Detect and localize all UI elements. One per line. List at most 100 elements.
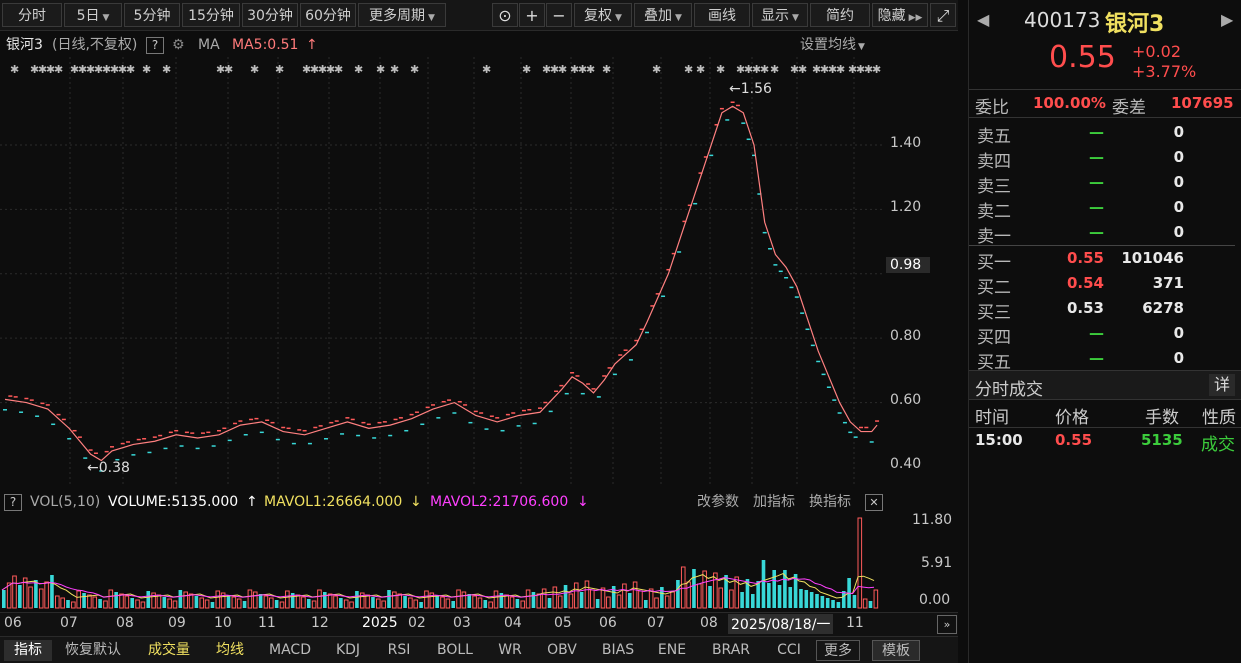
volume-bar bbox=[413, 599, 419, 609]
set-ma-button[interactable]: 设置均线 ▼ bbox=[800, 33, 865, 59]
period-60min[interactable]: 60分钟 bbox=[300, 3, 356, 27]
yincang-button[interactable]: 隐藏 ▶▶ bbox=[872, 3, 928, 27]
tab-more[interactable]: 更多 bbox=[816, 640, 860, 661]
candle bbox=[618, 354, 623, 356]
volume-bar bbox=[247, 589, 253, 609]
event-marker-icon[interactable]: ✱ bbox=[602, 63, 611, 76]
event-marker-icon[interactable]: ✱ bbox=[770, 63, 779, 76]
jianyue-button[interactable]: 简约 bbox=[810, 3, 870, 27]
tab-wr[interactable]: WR bbox=[490, 640, 530, 661]
event-marker-icon[interactable]: ✱ bbox=[250, 63, 259, 76]
event-marker-icon[interactable]: ✱ bbox=[224, 63, 233, 76]
candle bbox=[468, 421, 473, 424]
candle bbox=[628, 359, 633, 361]
orderbook-price[interactable]: 0.54 bbox=[1064, 274, 1104, 292]
kline-chart[interactable]: ✱ ✱ ✱ ✱ ✱ ✱ ✱ ✱ ✱ ✱ ✱ ✱ ✱ ✱ ✱ ✱ ✱ ✱ ✱ ✱ ✱ ✱ ✱ ✱ ✱ ✱ ✱ ✱ ✱ ✱ ✱ ✱ ✱ ✱ ✱ ✱ ✱ ✱ ✱ ✱… bbox=[0, 57, 958, 487]
event-marker-icon[interactable]: ✱ bbox=[836, 63, 845, 76]
tab-template[interactable]: 模板 bbox=[872, 640, 920, 661]
period-fenshi[interactable]: 分时 bbox=[2, 3, 62, 27]
event-marker-icon[interactable]: ✱ bbox=[376, 63, 385, 76]
event-marker-icon[interactable]: ✱ bbox=[126, 63, 135, 76]
event-marker-icon[interactable]: ✱ bbox=[798, 63, 807, 76]
gear-icon[interactable]: ⚙ bbox=[172, 33, 185, 57]
tab-obv[interactable]: OBV bbox=[538, 640, 586, 661]
tab-restore-default[interactable]: 恢复默认 bbox=[58, 640, 128, 661]
event-marker-icon[interactable]: ✱ bbox=[334, 63, 343, 76]
event-marker-icon[interactable]: ✱ bbox=[162, 63, 171, 76]
fuquan-button[interactable]: 复权 ▼ bbox=[574, 3, 632, 27]
event-marker-icon[interactable]: ✱ bbox=[10, 63, 19, 76]
zoom-in-icon[interactable]: + bbox=[519, 3, 545, 27]
event-marker-icon[interactable]: ✱ bbox=[586, 63, 595, 76]
event-marker-icon[interactable]: ✱ bbox=[482, 63, 491, 76]
period-5min[interactable]: 5分钟 bbox=[124, 3, 180, 27]
event-marker-icon[interactable]: ✱ bbox=[716, 63, 725, 76]
event-marker-icon[interactable]: ✱ bbox=[390, 63, 399, 76]
event-marker-icon[interactable]: ✱ bbox=[872, 63, 881, 76]
diejia-button[interactable]: 叠加 ▼ bbox=[634, 3, 692, 27]
orderbook-price[interactable]: — bbox=[1064, 324, 1104, 342]
volume-bar bbox=[868, 601, 873, 608]
xianshi-button[interactable]: 显示 ▼ bbox=[752, 3, 808, 27]
orderbook-price[interactable]: — bbox=[1064, 173, 1104, 191]
orderbook-price[interactable]: — bbox=[1064, 123, 1104, 141]
tab-indicator[interactable]: 指标 bbox=[4, 640, 52, 661]
tab-cci[interactable]: CCI bbox=[768, 640, 810, 661]
volume-bar bbox=[477, 597, 483, 609]
current-price-tick: 0.98 bbox=[886, 257, 930, 273]
period-more[interactable]: 更多周期 ▼ bbox=[358, 3, 446, 27]
volume-bar bbox=[456, 589, 461, 609]
event-marker-icon[interactable]: ✱ bbox=[142, 63, 151, 76]
tab-bias[interactable]: BIAS bbox=[594, 640, 642, 661]
period-15min[interactable]: 15分钟 bbox=[182, 3, 240, 27]
tab-kdj[interactable]: KDJ bbox=[326, 640, 370, 661]
orderbook-price[interactable]: — bbox=[1064, 349, 1104, 367]
period-5day[interactable]: 5日 ▼ bbox=[64, 3, 122, 27]
tab-volume[interactable]: 成交量 bbox=[140, 640, 198, 661]
event-marker-icon[interactable]: ✱ bbox=[684, 63, 693, 76]
trades-detail-button[interactable]: 详 bbox=[1209, 374, 1235, 396]
close-icon[interactable]: ✕ bbox=[865, 494, 883, 511]
event-marker-icon[interactable]: ✱ bbox=[54, 63, 63, 76]
event-marker-icon[interactable]: ✱ bbox=[354, 63, 363, 76]
date-tick: 08 bbox=[700, 615, 718, 631]
next-stock-icon[interactable]: ▶ bbox=[1221, 10, 1233, 29]
event-marker-icon[interactable]: ✱ bbox=[275, 63, 284, 76]
orderbook-price[interactable]: — bbox=[1064, 198, 1104, 216]
lock-icon[interactable]: ⊙ bbox=[492, 3, 518, 27]
edit-params-button[interactable]: 改参数 bbox=[697, 490, 739, 514]
volume-bar bbox=[285, 590, 290, 609]
tab-macd[interactable]: MACD bbox=[262, 640, 318, 661]
event-marker-icon[interactable]: ✱ bbox=[410, 63, 419, 76]
candle bbox=[313, 426, 318, 429]
switch-indicator-button[interactable]: 换指标 bbox=[809, 490, 851, 514]
zoom-out-icon[interactable]: − bbox=[546, 3, 572, 27]
help-icon[interactable]: ? bbox=[146, 37, 164, 54]
volume-bar bbox=[2, 590, 6, 608]
volume-bar bbox=[323, 592, 327, 608]
volume-bar bbox=[590, 589, 595, 609]
event-marker-icon[interactable]: ✱ bbox=[558, 63, 567, 76]
candle bbox=[286, 427, 291, 430]
help-icon[interactable]: ? bbox=[4, 494, 22, 511]
tab-boll[interactable]: BOLL bbox=[428, 640, 482, 661]
add-indicator-button[interactable]: 加指标 bbox=[753, 490, 795, 514]
volume-chart[interactable]: 11.80 5.91 0.00 bbox=[0, 512, 958, 610]
tab-ene[interactable]: ENE bbox=[650, 640, 694, 661]
event-marker-icon[interactable]: ✱ bbox=[522, 63, 531, 76]
orderbook-price[interactable]: 0.53 bbox=[1064, 299, 1104, 317]
fullscreen-icon[interactable]: ⤢ bbox=[930, 3, 956, 27]
prev-stock-icon[interactable]: ◀ bbox=[977, 10, 989, 29]
huaxian-button[interactable]: 画线 bbox=[694, 3, 750, 27]
tab-brar[interactable]: BRAR bbox=[702, 640, 760, 661]
event-marker-icon[interactable]: ✱ bbox=[760, 63, 769, 76]
event-marker-icon[interactable]: ✱ bbox=[696, 63, 705, 76]
orderbook-price[interactable]: — bbox=[1064, 223, 1104, 241]
scroll-right-icon[interactable]: » bbox=[937, 615, 957, 634]
event-marker-icon[interactable]: ✱ bbox=[652, 63, 661, 76]
tab-ma[interactable]: 均线 bbox=[206, 640, 254, 661]
orderbook-price[interactable]: — bbox=[1064, 148, 1104, 166]
period-30min[interactable]: 30分钟 bbox=[242, 3, 298, 27]
orderbook-price[interactable]: 0.55 bbox=[1064, 249, 1104, 267]
tab-rsi[interactable]: RSI bbox=[378, 640, 420, 661]
